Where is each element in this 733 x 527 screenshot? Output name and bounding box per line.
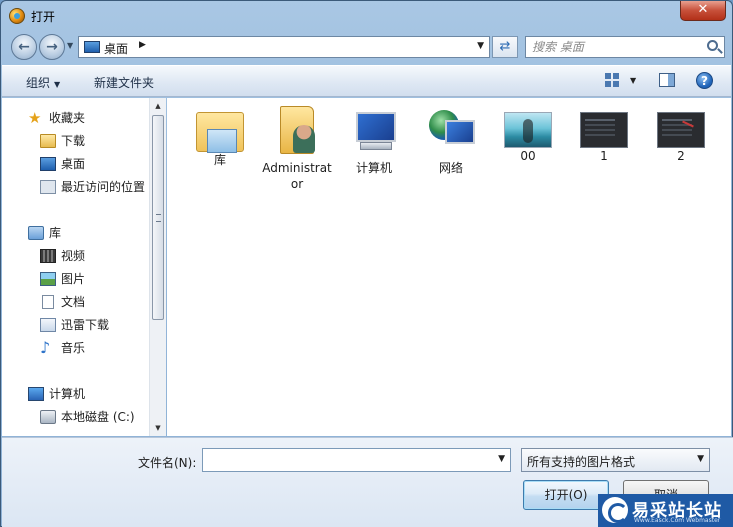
- back-button[interactable]: ←: [11, 34, 37, 60]
- pictures-icon: [40, 272, 56, 286]
- search-input[interactable]: [532, 39, 702, 55]
- watermark: 易采站长站 Www.Easck.Com Webmaster: [598, 494, 733, 527]
- file-item-image-1[interactable]: 1: [569, 106, 639, 164]
- refresh-icon: ⇄: [499, 39, 511, 54]
- scroll-down-arrow-icon[interactable]: ▼: [150, 420, 166, 436]
- filename-combobox[interactable]: ▼: [202, 448, 511, 472]
- file-name: Administrator: [262, 161, 332, 191]
- libraries-folder-icon: [196, 112, 244, 153]
- music-icon: ♪: [40, 338, 51, 357]
- help-icon[interactable]: ?: [696, 72, 713, 89]
- favorites-star-icon: ★: [28, 109, 42, 127]
- nav-item-label: 本地磁盘 (C:): [61, 410, 135, 424]
- recent-locations-dropdown-icon[interactable]: ▼: [67, 41, 73, 50]
- nav-item-label: 下载: [61, 134, 86, 148]
- recent-places-icon: [40, 180, 56, 194]
- forward-arrow-icon: →: [46, 39, 58, 55]
- breadcrumb-chevron-icon[interactable]: ▶: [139, 40, 146, 50]
- scroll-up-arrow-icon[interactable]: ▲: [150, 98, 166, 114]
- computer-icon: [350, 106, 398, 154]
- file-item-libraries[interactable]: 库: [185, 106, 255, 168]
- organize-label: 组织: [26, 76, 51, 90]
- file-name: 计算机: [355, 161, 392, 175]
- app-icon: [9, 8, 25, 24]
- close-button[interactable]: ✕: [680, 1, 726, 21]
- filename-dropdown-icon[interactable]: ▼: [498, 454, 505, 464]
- address-dropdown-icon[interactable]: ▼: [477, 41, 484, 51]
- file-type-select[interactable]: 所有支持的图片格式 ▼: [521, 448, 710, 472]
- command-bar: 组织 ▼ 新建文件夹 ▼ ?: [2, 65, 731, 97]
- file-name: 1: [600, 149, 608, 163]
- forward-button[interactable]: →: [39, 34, 65, 60]
- desktop-icon: [40, 157, 56, 171]
- watermark-subtext: Www.Easck.Com Webmaster: [634, 517, 721, 524]
- download-folder-icon: [40, 134, 56, 148]
- file-item-image-00[interactable]: 00: [493, 106, 563, 164]
- watermark-logo-icon: [602, 497, 628, 523]
- network-icon: [427, 106, 475, 154]
- filename-input[interactable]: [207, 452, 487, 468]
- file-name: 2: [677, 149, 685, 163]
- navigation-pane: ★ 收藏夹 下载 桌面 最近访问的位置 库 视频 图片 文档 迅雷下载 ♪ 音乐…: [2, 98, 166, 436]
- window-title: 打开: [31, 10, 56, 24]
- nav-item-label: 最近访问的位置: [61, 180, 146, 194]
- local-disk-icon: [40, 410, 56, 424]
- filename-label: 文件名(N):: [138, 456, 197, 470]
- organize-menu-button[interactable]: 组织 ▼: [26, 74, 60, 91]
- file-item-network[interactable]: 网络: [416, 106, 486, 176]
- address-bar[interactable]: 桌面 ▶ ▼: [78, 36, 490, 58]
- nav-item-label: 图片: [61, 272, 86, 286]
- open-dialog-window: 打开 ✕ ← → ▼ 桌面 ▶ ▼ ⇄ 组织▼ 新建文件夹 ▼ ? ★ 收藏夹 …: [0, 0, 733, 527]
- file-type-value: 所有支持的图片格式: [527, 455, 636, 469]
- new-folder-button[interactable]: 新建文件夹: [94, 74, 154, 91]
- thunder-download-icon: [40, 318, 56, 332]
- nav-item-label: 文档: [61, 295, 86, 309]
- open-button[interactable]: 打开(O): [523, 480, 609, 510]
- file-type-dropdown-icon: ▼: [697, 454, 704, 464]
- change-view-icon[interactable]: [605, 73, 619, 87]
- nav-item-label: 视频: [61, 249, 86, 263]
- back-arrow-icon: ←: [18, 39, 30, 55]
- file-list[interactable]: 库 Administrator 计算机 网络 00 1 2: [167, 98, 731, 436]
- user-folder-icon: [280, 106, 315, 154]
- navigation-scrollbar[interactable]: ▲ ▼: [149, 98, 166, 436]
- computer-icon: [28, 387, 44, 401]
- image-thumbnail: [504, 112, 552, 148]
- search-icon[interactable]: [707, 40, 718, 51]
- file-name: 00: [520, 149, 536, 163]
- search-box[interactable]: [525, 36, 725, 58]
- desktop-icon: [84, 41, 100, 53]
- nav-item-label: 音乐: [61, 341, 86, 355]
- file-name: 库: [213, 153, 226, 167]
- title-bar[interactable]: 打开 ✕: [1, 1, 732, 31]
- nav-favorites-label: 收藏夹: [49, 111, 86, 125]
- file-item-image-2[interactable]: 2: [646, 106, 716, 164]
- file-name: 网络: [438, 161, 463, 175]
- refresh-button[interactable]: ⇄: [492, 36, 518, 58]
- nav-item-label: 迅雷下载: [61, 318, 110, 332]
- image-thumbnail: [580, 112, 628, 148]
- nav-computer-label: 计算机: [49, 387, 86, 401]
- organize-dropdown-icon: ▼: [54, 80, 61, 89]
- image-thumbnail: [657, 112, 705, 148]
- scroll-thumb[interactable]: [152, 115, 164, 320]
- libraries-icon: [28, 226, 44, 240]
- file-item-administrator[interactable]: Administrator: [262, 106, 332, 192]
- preview-pane-icon[interactable]: [659, 73, 675, 87]
- documents-icon: [42, 295, 54, 309]
- nav-item-label: 桌面: [61, 157, 86, 171]
- file-item-computer[interactable]: 计算机: [339, 106, 409, 176]
- view-dropdown-icon[interactable]: ▼: [630, 76, 636, 85]
- video-icon: [40, 249, 56, 263]
- nav-libraries-label: 库: [49, 226, 62, 240]
- breadcrumb-desktop[interactable]: 桌面: [104, 40, 128, 57]
